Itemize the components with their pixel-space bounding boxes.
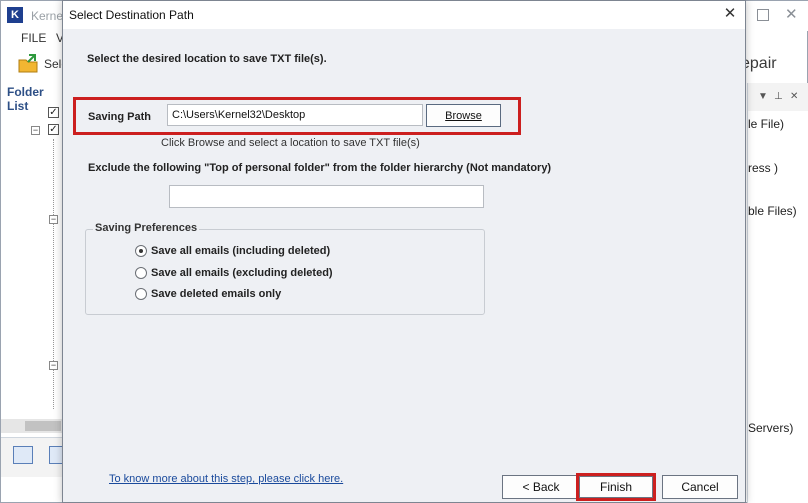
tree-checkbox[interactable]: ✓: [48, 107, 59, 118]
saving-path-input[interactable]: [167, 104, 423, 126]
maximize-icon[interactable]: [757, 9, 769, 21]
app-logo-icon: K: [7, 7, 23, 23]
app-title: Kerne: [31, 9, 64, 23]
folder-list-pane: Folder List ✓ − ✓ − −: [1, 81, 63, 436]
right-pane-text: ble Files): [748, 204, 797, 218]
help-link[interactable]: To know more about this step, please cli…: [109, 473, 343, 485]
folder-open-icon[interactable]: [17, 53, 39, 75]
menu-file[interactable]: FILE: [21, 31, 46, 45]
right-pane-text: ress ): [748, 161, 778, 175]
back-button[interactable]: < Back: [502, 475, 580, 499]
dropdown-icon[interactable]: ▼: [758, 91, 768, 102]
close-icon[interactable]: ✕: [721, 5, 739, 23]
pin-icon[interactable]: ⊥: [774, 91, 783, 102]
instruction-text: Select the desired location to save TXT …: [87, 53, 327, 65]
radio-label: Save deleted emails only: [151, 288, 282, 300]
radio-deleted-only[interactable]: Save deleted emails only: [135, 286, 281, 302]
radio-exclude-deleted[interactable]: Save all emails (excluding deleted): [135, 265, 333, 281]
toolbar-repair-label: epair: [741, 55, 777, 72]
radio-label: Save all emails (excluding deleted): [151, 267, 333, 279]
dialog-title: Select Destination Path: [69, 8, 194, 22]
cancel-button[interactable]: Cancel: [662, 475, 738, 499]
right-pane-header: ▼ ⊥ ✕: [748, 83, 808, 111]
saving-path-label: Saving Path: [88, 111, 151, 123]
bottom-tabs: [1, 437, 69, 477]
close-pane-icon[interactable]: ✕: [790, 91, 798, 102]
tree-collapse-icon[interactable]: −: [49, 361, 58, 370]
radio-button[interactable]: [135, 267, 147, 279]
right-pane-text: Servers): [748, 421, 794, 435]
right-pane: ▼ ⊥ ✕ le File) ress ) ble Files) Servers…: [747, 83, 808, 503]
radio-label: Save all emails (including deleted): [151, 245, 331, 257]
dialog-titlebar: Select Destination Path ✕: [63, 1, 745, 29]
tree-checkbox[interactable]: ✓: [48, 124, 59, 135]
radio-button[interactable]: [135, 245, 147, 257]
finish-button[interactable]: Finish: [579, 476, 653, 498]
select-destination-dialog: Select Destination Path ✕ Select the des…: [62, 0, 746, 503]
calendar-icon[interactable]: [13, 446, 33, 464]
tree-collapse-icon[interactable]: −: [49, 215, 58, 224]
browse-hint-text: Click Browse and select a location to sa…: [161, 137, 420, 149]
close-icon[interactable]: ✕: [785, 5, 798, 23]
right-pane-text: le File): [748, 117, 785, 131]
browse-button[interactable]: Browse: [426, 104, 501, 127]
tree-collapse-icon[interactable]: −: [31, 126, 40, 135]
exclude-folder-label: Exclude the following "Top of personal f…: [88, 162, 552, 174]
saving-preferences-legend: Saving Preferences: [93, 222, 200, 234]
radio-button[interactable]: [135, 288, 147, 300]
exclude-folder-input[interactable]: [169, 185, 484, 208]
radio-include-deleted[interactable]: Save all emails (including deleted): [135, 243, 330, 259]
folder-scroll-thumb[interactable]: [25, 421, 61, 431]
